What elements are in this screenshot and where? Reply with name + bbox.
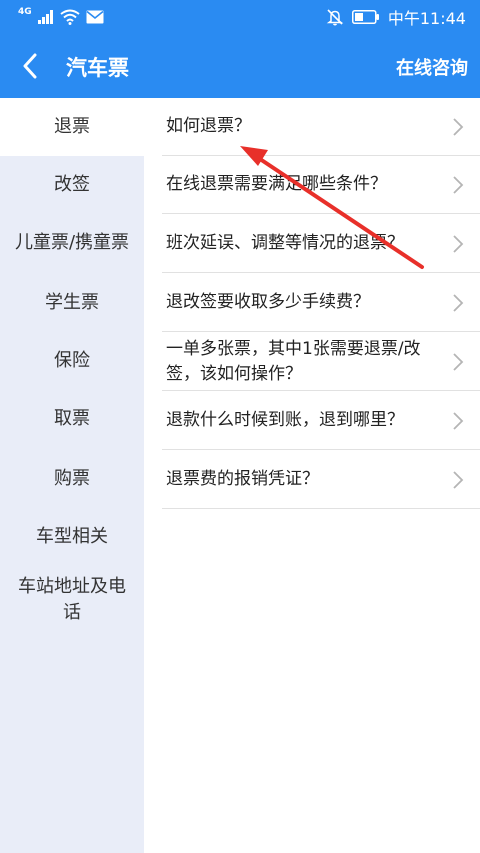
question-text: 一单多张票，其中1张需要退票/改签，该如何操作？ (166, 338, 421, 384)
question-item[interactable]: 退改签要收取多少手续费？ (162, 274, 480, 332)
sidebar-item-purchase[interactable]: 购票 (0, 450, 144, 508)
wifi-icon (60, 9, 80, 25)
chevron-right-icon (453, 471, 464, 489)
page-title: 汽车票 (66, 56, 129, 80)
sidebar-item-insurance[interactable]: 保险 (0, 332, 144, 390)
question-item[interactable]: 班次延误、调整等情况的退票？ (162, 215, 480, 273)
status-right: 中午11:44 (326, 6, 466, 28)
chevron-right-icon (453, 118, 464, 136)
chevron-left-icon (23, 53, 37, 79)
sidebar-item-pickup[interactable]: 取票 (0, 390, 144, 448)
sidebar-item-child-ticket[interactable]: 儿童票/携童票 (0, 214, 144, 272)
status-left: 4G (18, 7, 104, 26)
question-text: 如何退票？ (166, 116, 251, 136)
question-text: 退改签要收取多少手续费？ (166, 292, 370, 312)
chevron-right-icon (453, 235, 464, 253)
question-item[interactable]: 退款什么时候到账，退到哪里？ (162, 392, 480, 450)
category-sidebar: 退票 改签 儿童票/携童票 学生票 保险 取票 购票 车型相关 车站地址及电话 (0, 98, 144, 853)
question-item[interactable]: 一单多张票，其中1张需要退票/改签，该如何操作？ (162, 333, 480, 391)
question-text: 退款什么时候到账，退到哪里？ (166, 410, 404, 430)
sidebar-item-station-info[interactable]: 车站地址及电话 (0, 564, 144, 636)
sidebar-item-vehicle-type[interactable]: 车型相关 (0, 508, 144, 566)
battery-icon (351, 10, 379, 24)
sidebar-item-change[interactable]: 改签 (0, 156, 144, 214)
question-item[interactable]: 如何退票？ (162, 98, 480, 156)
question-list: 如何退票？ 在线退票需要满足哪些条件？ 班次延误、调整等情况的退票？ 退改签要收… (144, 98, 480, 853)
mail-icon (86, 10, 104, 24)
status-bar: 4G 中午11:44 (0, 0, 480, 34)
online-consult-button[interactable]: 在线咨询 (396, 54, 468, 80)
question-text: 班次延误、调整等情况的退票？ (166, 233, 404, 253)
status-time: 中午11:44 (387, 9, 466, 28)
mute-icon (326, 9, 344, 26)
sidebar-item-student-ticket[interactable]: 学生票 (0, 274, 144, 332)
chevron-right-icon (453, 294, 464, 312)
app-header: 汽车票 在线咨询 (0, 34, 480, 98)
question-text: 退票费的报销凭证？ (166, 469, 319, 489)
question-item[interactable]: 退票费的报销凭证？ (162, 451, 480, 509)
chevron-right-icon (453, 353, 464, 371)
signal-icon (37, 10, 53, 24)
question-text: 在线退票需要满足哪些条件？ (166, 174, 387, 194)
sidebar-item-refund[interactable]: 退票 (0, 98, 144, 156)
chevron-right-icon (453, 176, 464, 194)
question-item[interactable]: 在线退票需要满足哪些条件？ (162, 156, 480, 214)
back-button[interactable] (10, 46, 50, 86)
network-type: 4G (18, 7, 32, 17)
chevron-right-icon (453, 412, 464, 430)
